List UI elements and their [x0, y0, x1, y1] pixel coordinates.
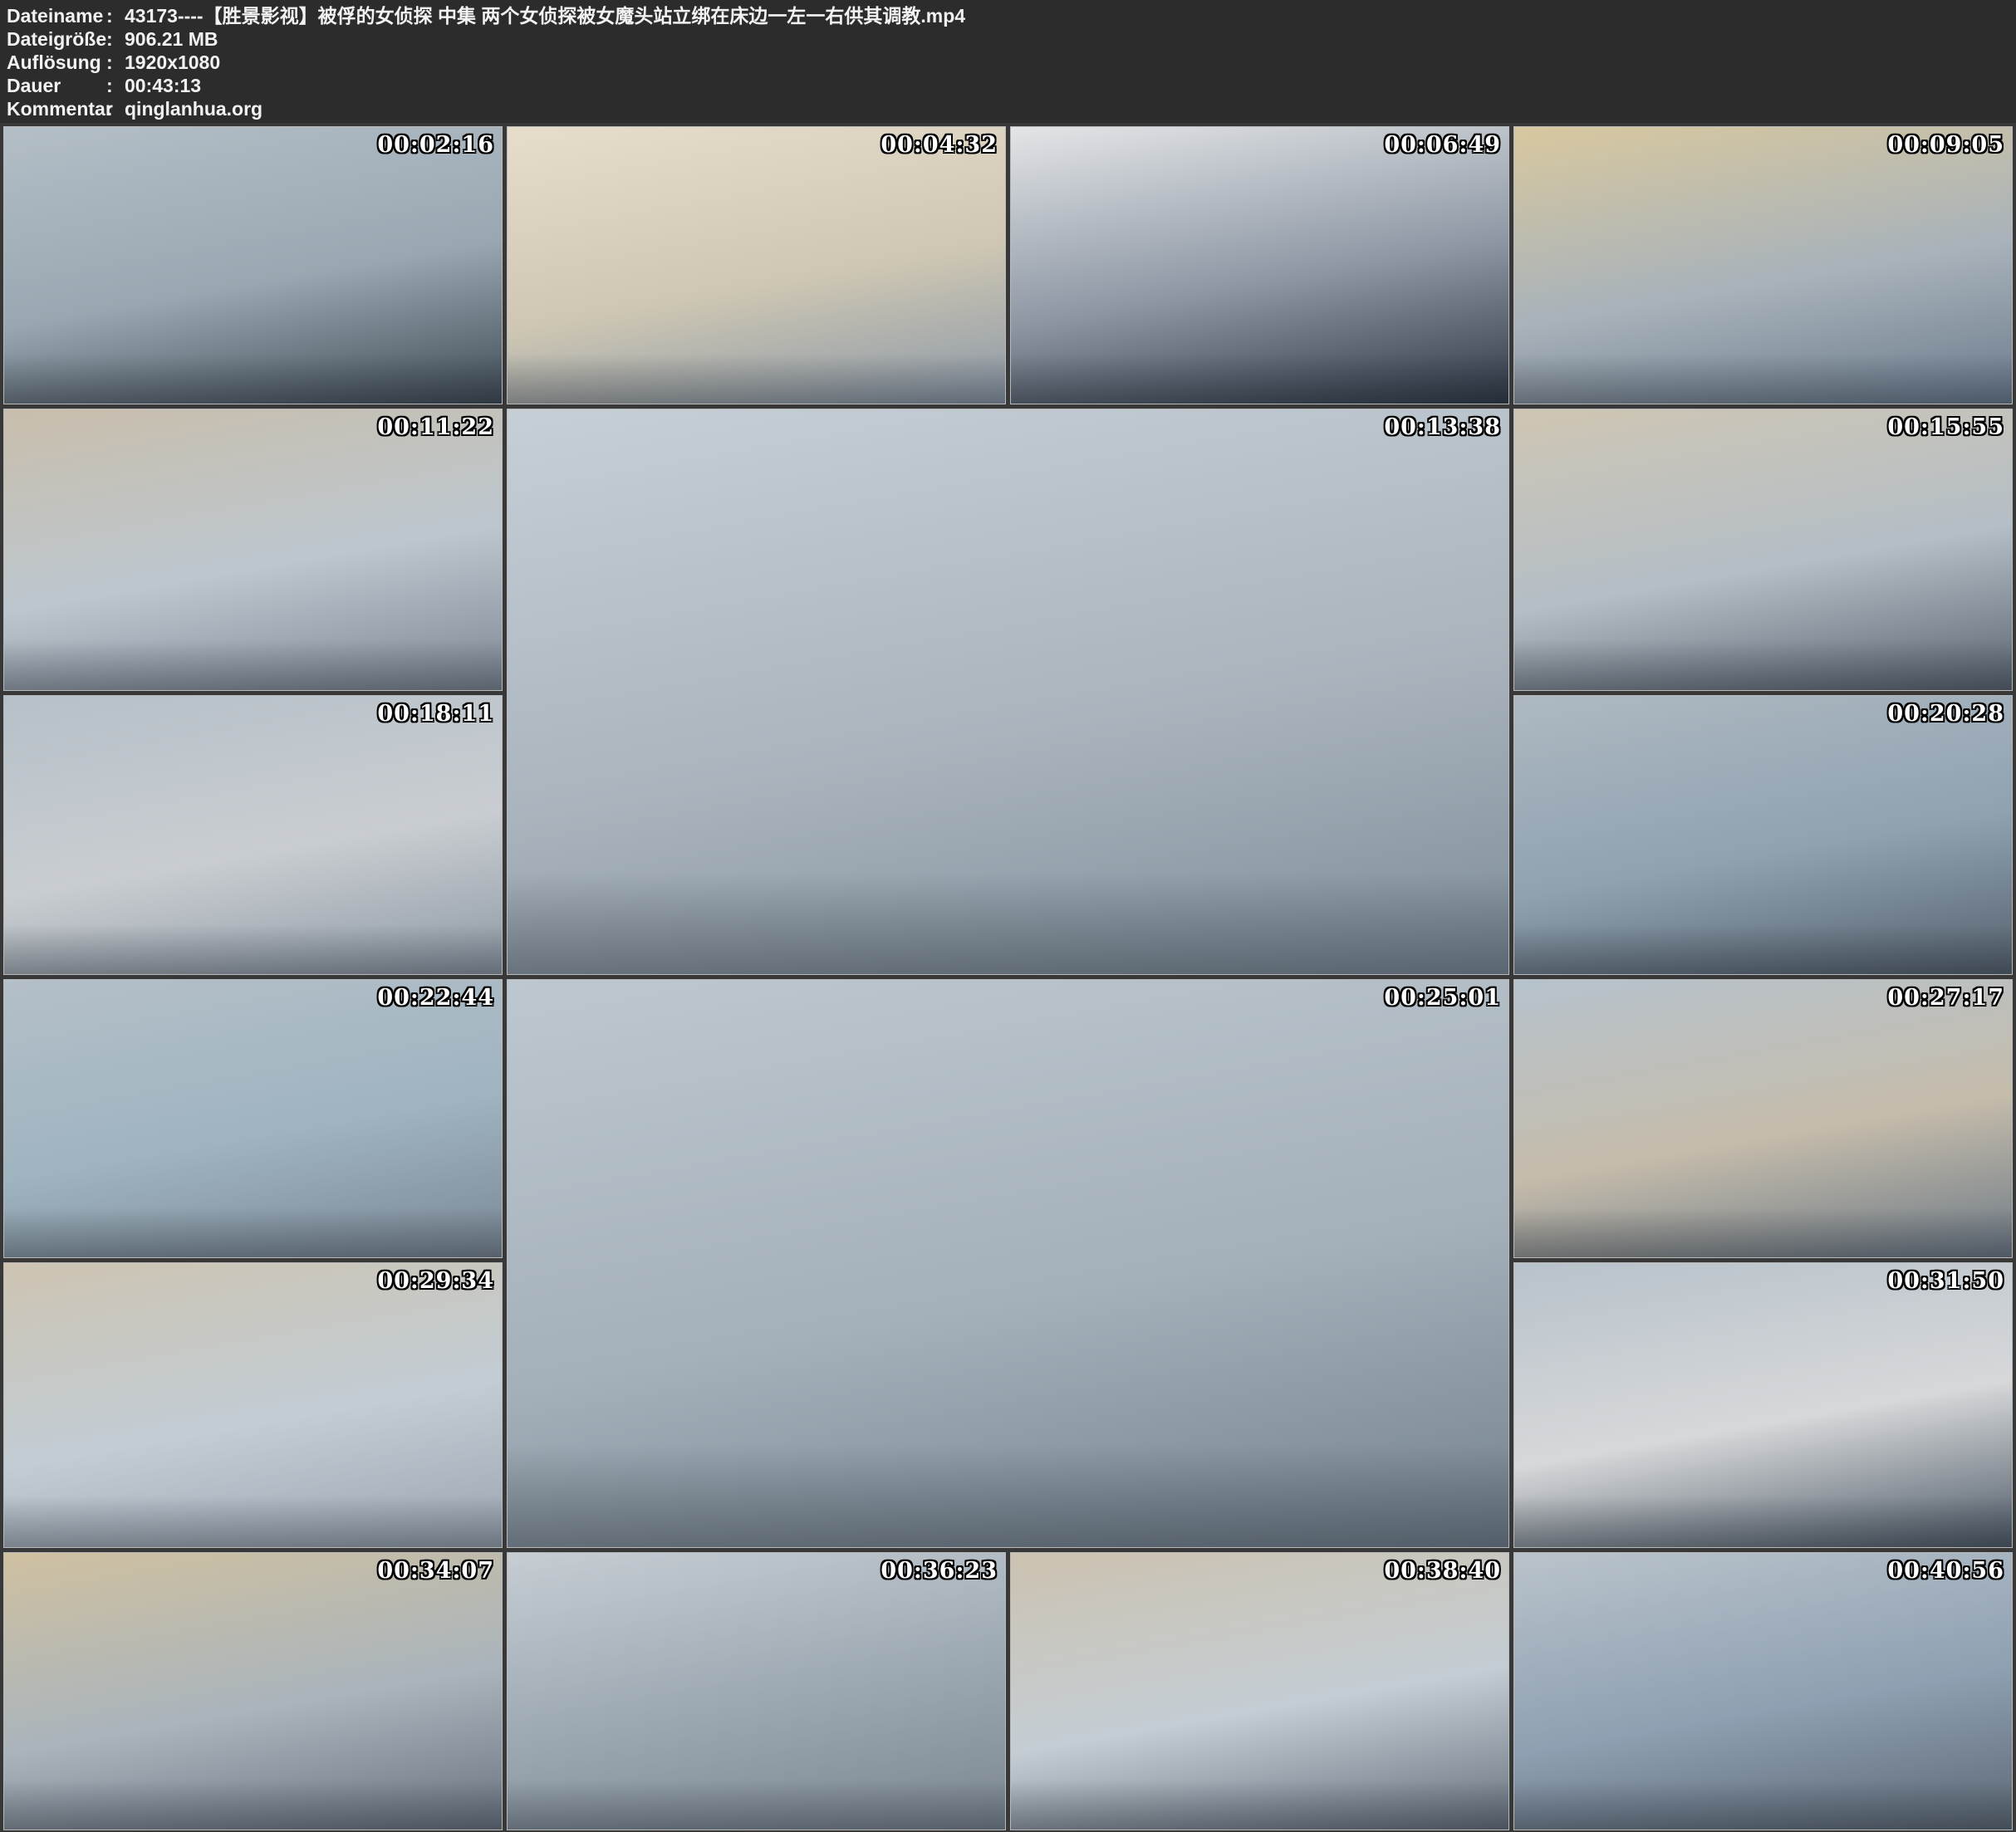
file-info-row: Dateiname : 43173----【胜景影视】被俘的女侦探 中集 两个女… [7, 4, 2016, 27]
filesize-value: 906.21 MB [125, 27, 2016, 51]
video-thumbnail[interactable]: 00:22:44 [3, 979, 503, 1258]
video-thumbnail[interactable]: 00:04:32 [507, 126, 1006, 404]
video-thumbnail[interactable]: 00:31:50 [1513, 1262, 2013, 1548]
timestamp-badge: 00:31:50 [1887, 1268, 2004, 1294]
timestamp-badge: 00:25:01 [1384, 985, 1501, 1011]
video-thumbnail[interactable]: 00:36:23 [507, 1552, 1006, 1830]
timestamp-badge: 00:40:56 [1887, 1558, 2004, 1584]
video-thumbnail[interactable]: 00:02:16 [3, 126, 503, 404]
timestamp-badge: 00:06:49 [1384, 132, 1501, 158]
thumbnail-grid: 00:02:16 00:04:32 00:06:49 00:09:05 00:1… [0, 123, 2016, 1832]
video-thumbnail-large[interactable]: 00:13:38 [507, 409, 1509, 975]
video-thumbnail[interactable]: 00:34:07 [3, 1552, 503, 1830]
timestamp-badge: 00:04:32 [880, 132, 998, 158]
filename-label: Dateiname [7, 4, 106, 27]
file-info-row: Auflösung : 1920x1080 [7, 51, 2016, 74]
timestamp-badge: 00:18:11 [377, 701, 494, 727]
video-thumbnail[interactable]: 00:11:22 [3, 409, 503, 691]
video-thumbnail[interactable]: 00:38:40 [1010, 1552, 1509, 1830]
separator-colon: : [106, 74, 125, 97]
timestamp-badge: 00:34:07 [377, 1558, 494, 1584]
resolution-label: Auflösung [7, 51, 106, 74]
timestamp-badge: 00:02:16 [377, 132, 494, 158]
file-info-row: Dauer : 00:43:13 [7, 74, 2016, 97]
video-thumbnail[interactable]: 00:06:49 [1010, 126, 1509, 404]
separator-colon: : [106, 27, 125, 51]
file-info-row: Dateigröße : 906.21 MB [7, 27, 2016, 51]
timestamp-badge: 00:09:05 [1887, 132, 2004, 158]
file-info-header: Dateiname : 43173----【胜景影视】被俘的女侦探 中集 两个女… [0, 0, 2016, 123]
timestamp-badge: 00:13:38 [1384, 414, 1501, 440]
timestamp-badge: 00:36:23 [880, 1558, 998, 1584]
comment-value: qinglanhua.org [125, 97, 2016, 120]
duration-label: Dauer [7, 74, 106, 97]
video-thumbnail-large[interactable]: 00:25:01 [507, 979, 1509, 1548]
duration-value: 00:43:13 [125, 74, 2016, 97]
timestamp-badge: 00:15:55 [1887, 414, 2004, 440]
timestamp-badge: 00:29:34 [377, 1268, 494, 1294]
comment-label: Kommentar [7, 97, 106, 120]
timestamp-badge: 00:20:28 [1887, 701, 2004, 727]
separator-colon: : [106, 97, 125, 120]
video-thumbnail[interactable]: 00:18:11 [3, 695, 503, 975]
timestamp-badge: 00:11:22 [377, 414, 494, 440]
timestamp-badge: 00:27:17 [1887, 985, 2004, 1011]
file-info-row: Kommentar : qinglanhua.org [7, 97, 2016, 120]
video-thumbnail[interactable]: 00:20:28 [1513, 695, 2013, 975]
video-thumbnail[interactable]: 00:40:56 [1513, 1552, 2013, 1830]
separator-colon: : [106, 51, 125, 74]
video-thumbnail[interactable]: 00:15:55 [1513, 409, 2013, 691]
filesize-label: Dateigröße [7, 27, 106, 51]
video-thumbnail[interactable]: 00:29:34 [3, 1262, 503, 1548]
resolution-value: 1920x1080 [125, 51, 2016, 74]
filename-value: 43173----【胜景影视】被俘的女侦探 中集 两个女侦探被女魔头站立绑在床边… [125, 4, 2016, 27]
timestamp-badge: 00:38:40 [1384, 1558, 1501, 1584]
separator-colon: : [106, 4, 125, 27]
timestamp-badge: 00:22:44 [377, 985, 494, 1011]
video-thumbnail[interactable]: 00:27:17 [1513, 979, 2013, 1258]
video-thumbnail[interactable]: 00:09:05 [1513, 126, 2013, 404]
